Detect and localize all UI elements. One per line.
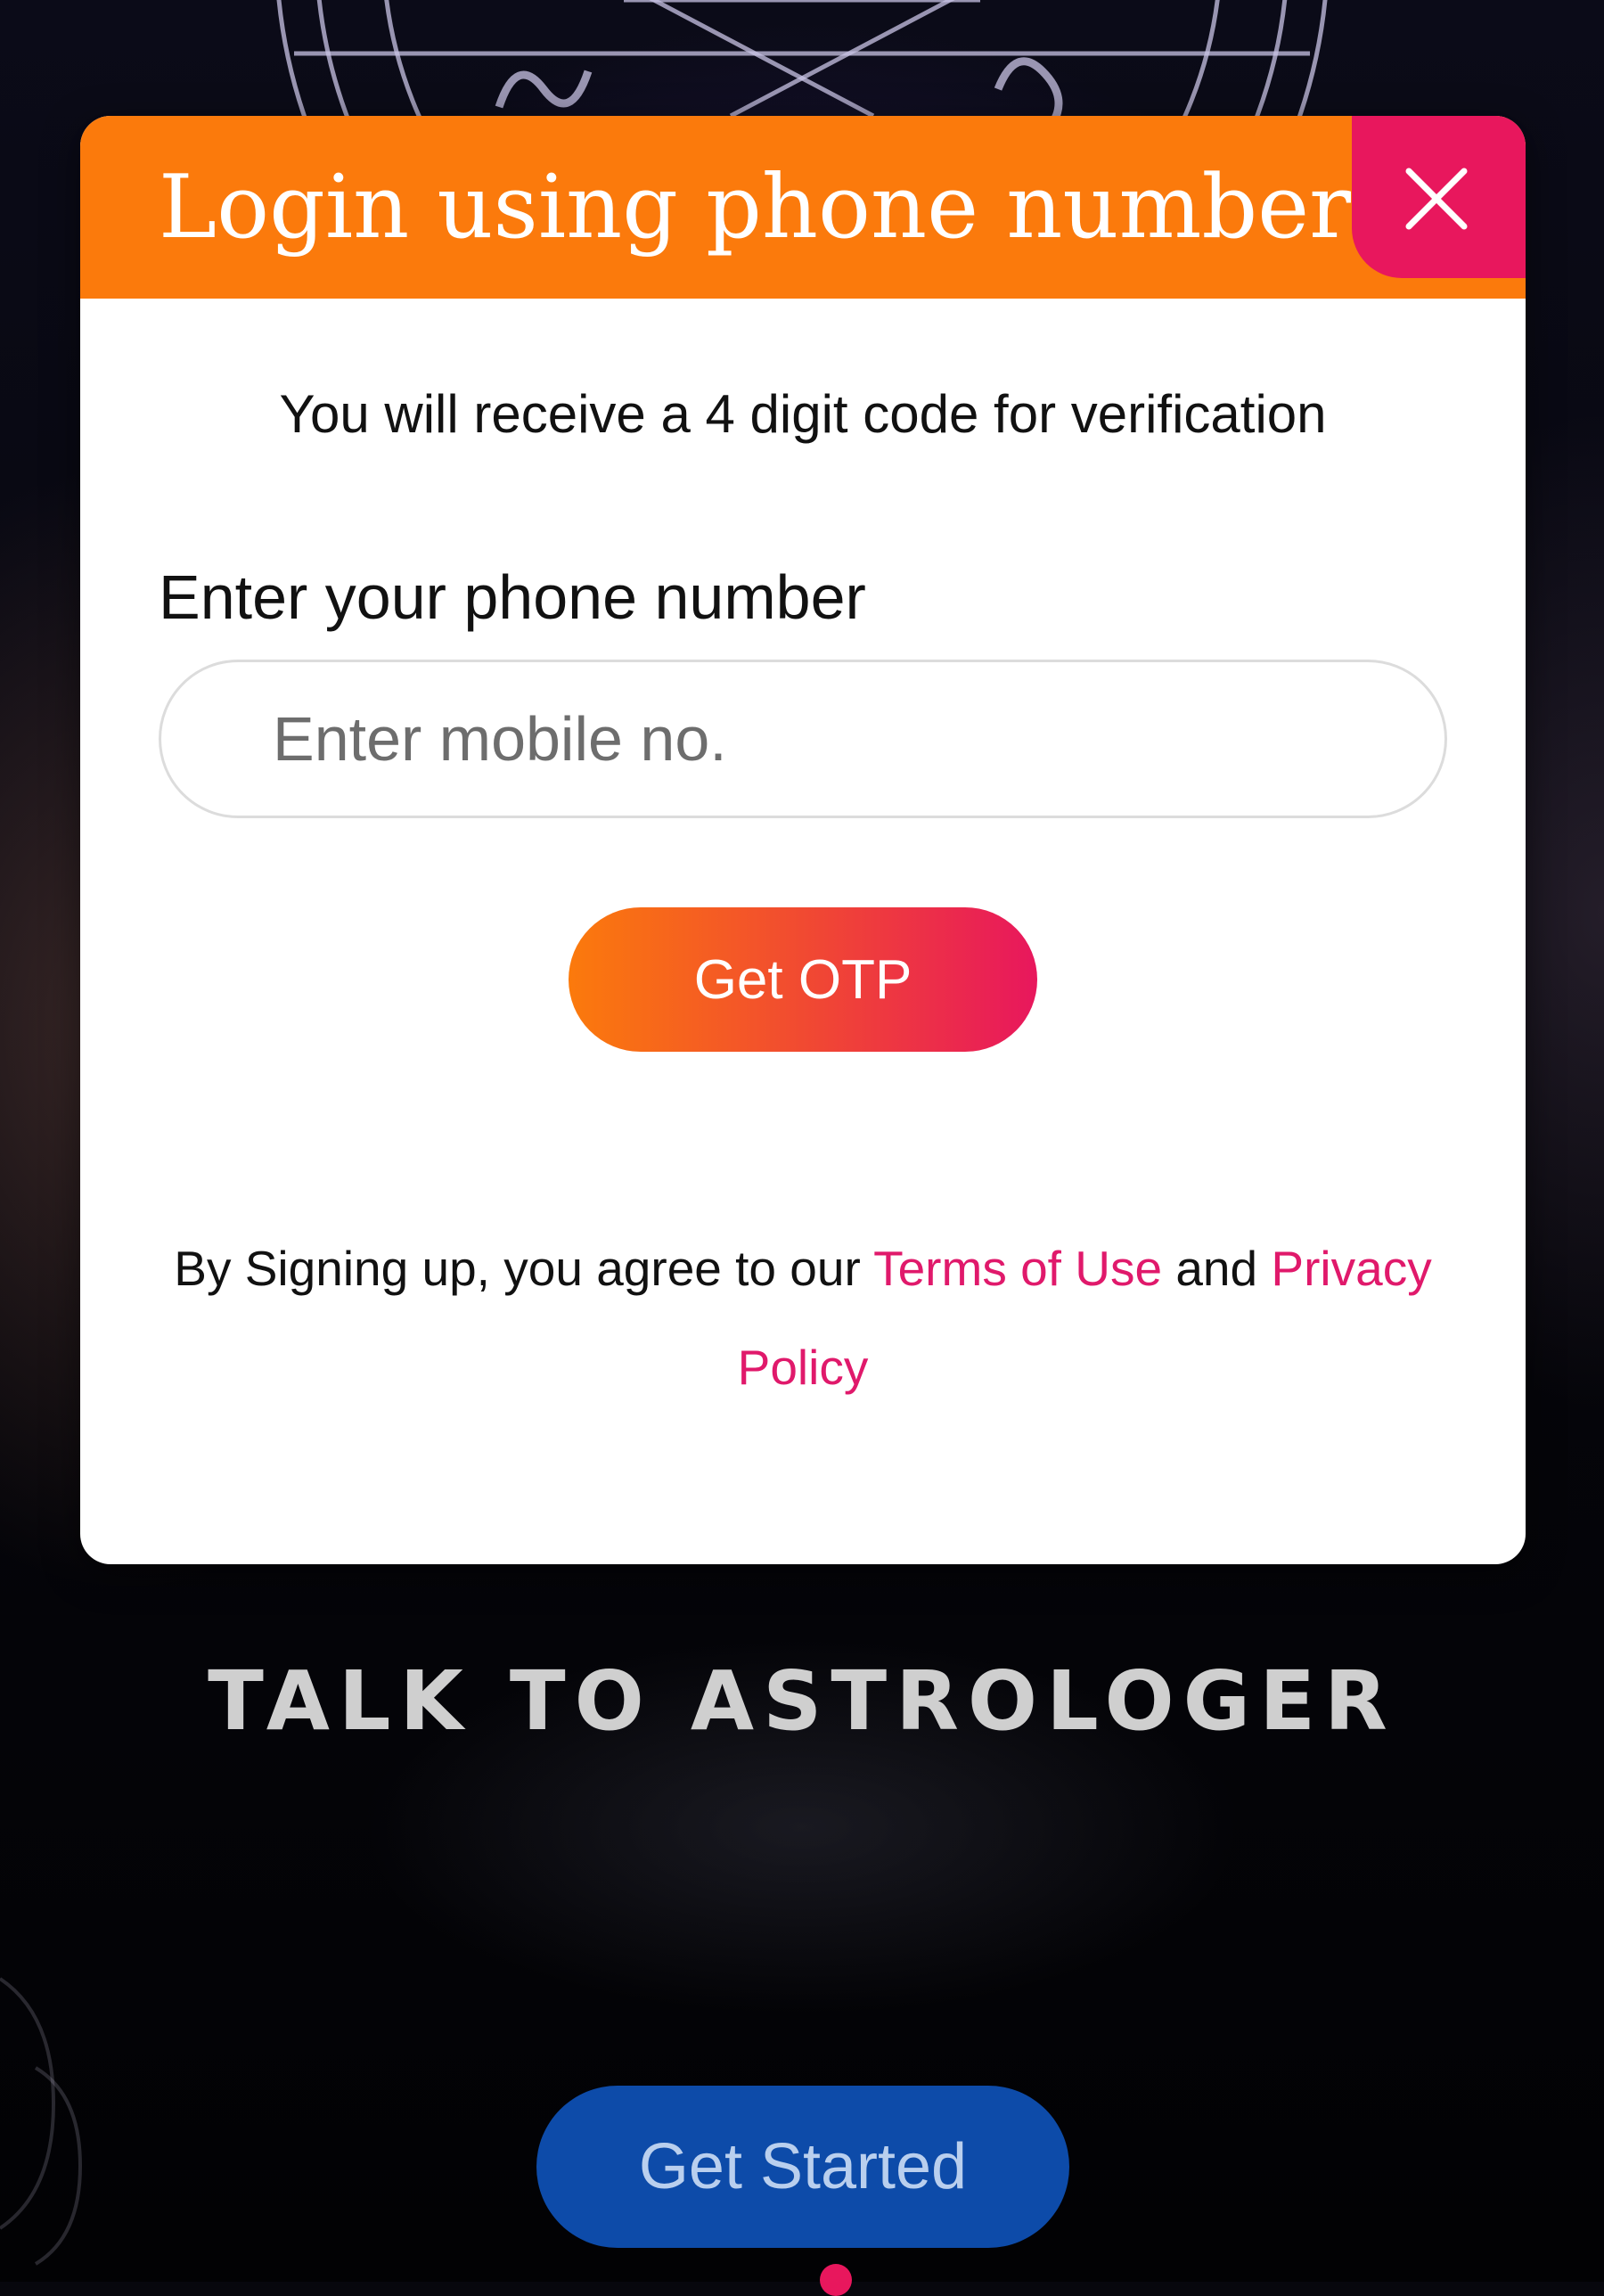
get-started-button[interactable]: Get Started [536, 2086, 1069, 2248]
page-indicator-dot [820, 2264, 852, 2296]
terms-prefix: By Signing up, you agree to our [174, 1241, 874, 1296]
terms-and: and [1162, 1241, 1272, 1296]
terms-text: By Signing up, you agree to our Terms of… [134, 1219, 1472, 1417]
modal-title: Login using phone number [159, 157, 1352, 258]
login-modal: Login using phone number You will receiv… [80, 116, 1526, 1564]
phone-number-label: Enter your phone number [159, 562, 866, 632]
tagline: TALK TO ASTROLOGER [208, 1653, 1396, 1749]
close-button[interactable] [1352, 116, 1526, 278]
get-otp-button[interactable]: Get OTP [569, 907, 1037, 1052]
mobile-number-input[interactable] [159, 660, 1447, 818]
close-icon [1405, 168, 1468, 230]
modal-header: Login using phone number [80, 116, 1526, 299]
verification-info-text: You will receive a 4 digit code for veri… [279, 384, 1327, 444]
terms-of-use-link[interactable]: Terms of Use [873, 1241, 1162, 1296]
